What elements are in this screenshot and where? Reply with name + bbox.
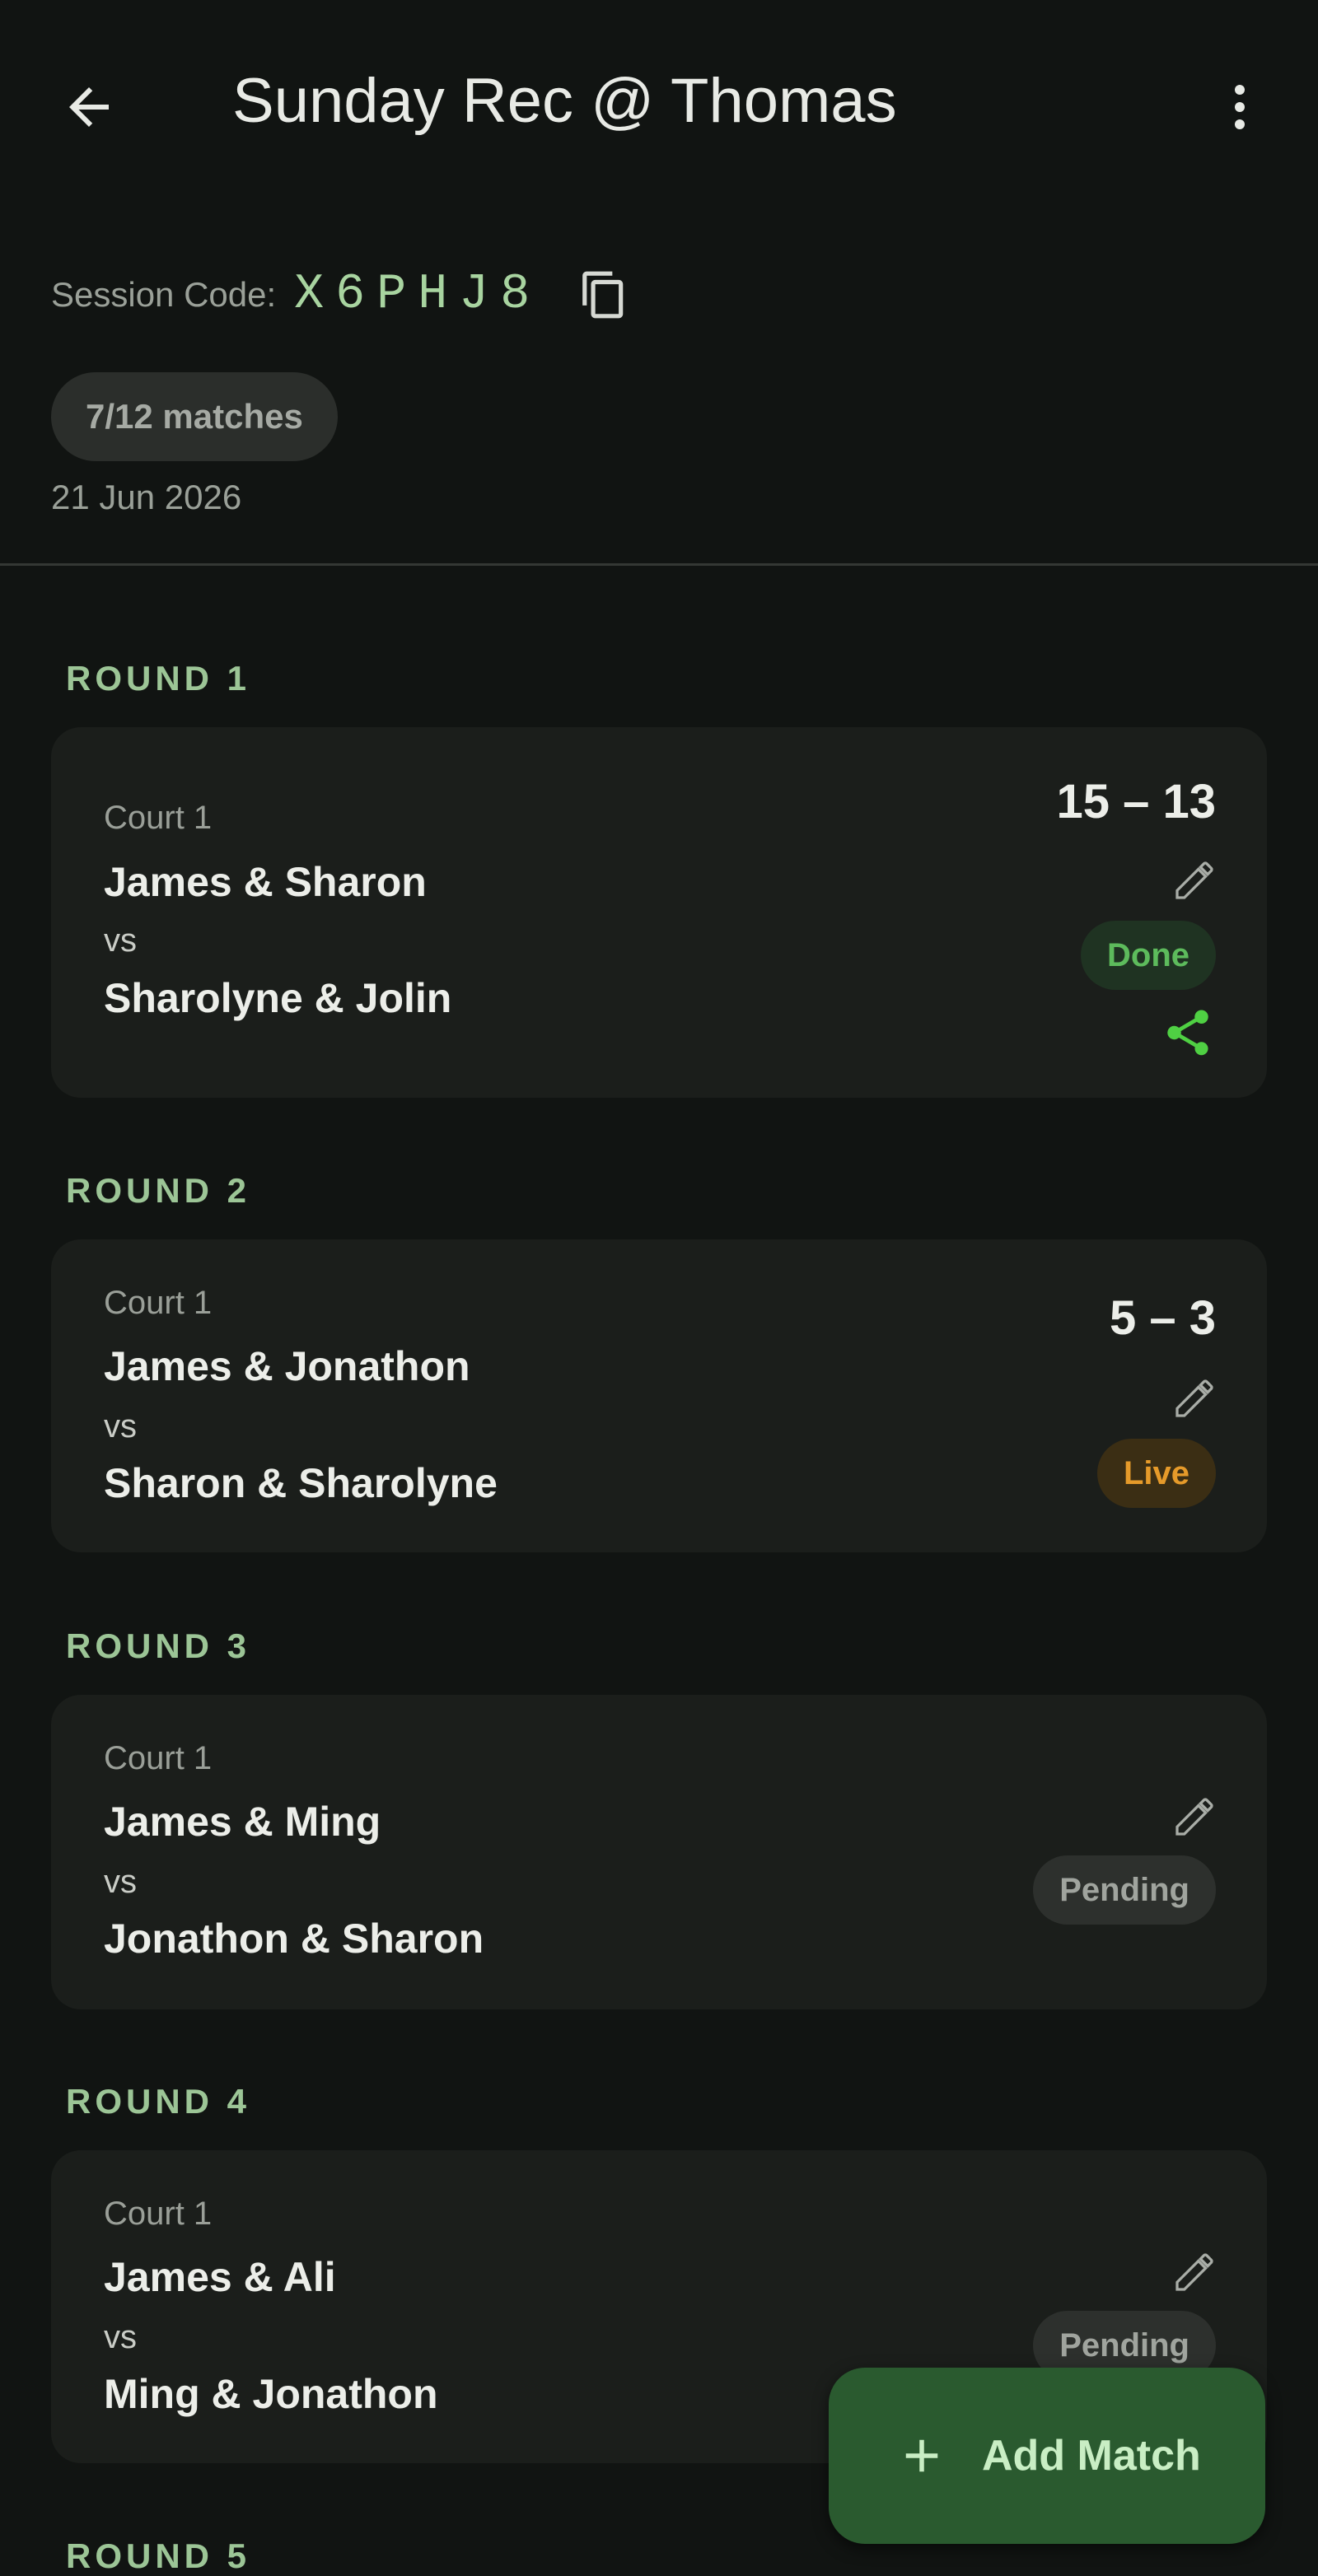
- court-label: Court 1: [104, 800, 213, 836]
- match-card[interactable]: Court 1 James & Ming vs Jonathon & Sharo…: [51, 1695, 1267, 2009]
- header-divider: [0, 563, 1318, 566]
- arrow-left-icon: [69, 87, 109, 127]
- status-badge: Pending: [1033, 1855, 1216, 1925]
- match-card[interactable]: Court 1 James & Jonathon vs Sharon & Sha…: [51, 1239, 1267, 1552]
- match-progress-chip: 7/12 matches: [51, 372, 338, 461]
- session-date: 21 Jun 2026: [51, 478, 242, 516]
- pencil-icon: [1175, 2253, 1213, 2291]
- share-match-button[interactable]: [1157, 1001, 1219, 1064]
- page-title: Sunday Rec @ Thomas: [232, 66, 897, 136]
- round-heading: ROUND 2: [66, 1171, 251, 1210]
- match-score: 5 – 3: [1110, 1291, 1216, 1345]
- vs-label: vs: [104, 1864, 137, 1900]
- round-heading: ROUND 4: [66, 2082, 251, 2121]
- vs-label: vs: [104, 1408, 137, 1444]
- add-match-label: Add Match: [982, 2432, 1201, 2480]
- match-card[interactable]: Court 1 James & Sharon vs Sharolyne & Jo…: [51, 727, 1267, 1098]
- team-b-name: Sharon & Sharolyne: [104, 1460, 498, 1506]
- team-a-name: James & Ali: [104, 2254, 336, 2300]
- pencil-icon: [1175, 861, 1213, 899]
- status-badge: Done: [1081, 921, 1216, 990]
- team-a-name: James & Jonathon: [104, 1343, 470, 1389]
- court-label: Court 1: [104, 2196, 213, 2232]
- team-a-name: James & Sharon: [104, 859, 427, 905]
- team-b-name: Ming & Jonathon: [104, 2371, 438, 2417]
- team-b-name: Jonathon & Sharon: [104, 1916, 484, 1962]
- team-a-name: James & Ming: [104, 1799, 381, 1845]
- session-code-row: Session Code: X6PHJ8: [51, 262, 633, 328]
- round-heading: ROUND 5: [66, 2536, 251, 2575]
- edit-match-button[interactable]: [1165, 1787, 1224, 1846]
- more-options-button[interactable]: [1194, 58, 1285, 156]
- copy-icon: [582, 271, 624, 319]
- team-b-name: Sharolyne & Jolin: [104, 975, 452, 1021]
- add-match-button[interactable]: Add Match: [829, 2368, 1265, 2544]
- more-vert-icon: [1235, 85, 1245, 129]
- edit-match-button[interactable]: [1165, 851, 1224, 910]
- round-heading: ROUND 1: [66, 659, 251, 698]
- vs-label: vs: [104, 922, 137, 959]
- court-label: Court 1: [104, 1740, 213, 1776]
- share-icon: [1167, 1010, 1208, 1056]
- edit-match-button[interactable]: [1165, 1369, 1224, 1428]
- match-score: 15 – 13: [1056, 775, 1216, 828]
- session-code-label: Session Code:: [51, 275, 277, 314]
- round-heading: ROUND 3: [66, 1626, 251, 1665]
- pencil-icon: [1175, 1798, 1213, 1836]
- top-app-bar: Sunday Rec @ Thomas: [0, 0, 1318, 206]
- plus-icon: [893, 2427, 951, 2485]
- back-button[interactable]: [40, 58, 138, 156]
- status-badge: Live: [1096, 1439, 1216, 1508]
- copy-code-button[interactable]: [574, 265, 633, 324]
- court-label: Court 1: [104, 1285, 213, 1321]
- vs-label: vs: [104, 2319, 137, 2355]
- edit-match-button[interactable]: [1165, 2242, 1224, 2302]
- pencil-icon: [1175, 1379, 1213, 1417]
- session-code-value: X6PHJ8: [294, 267, 542, 323]
